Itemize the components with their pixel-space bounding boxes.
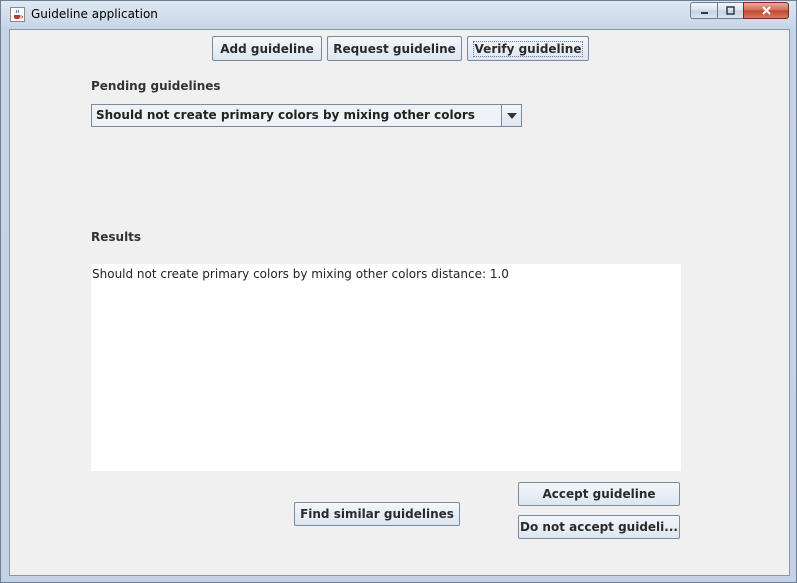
pending-guidelines-dropdown[interactable]: Should not create primary colors by mixi… bbox=[91, 104, 522, 127]
accept-guideline-button[interactable]: Accept guideline bbox=[518, 482, 680, 506]
pending-guidelines-label: Pending guidelines bbox=[91, 79, 221, 93]
pending-guidelines-selected: Should not create primary colors by mixi… bbox=[96, 108, 475, 122]
title-bar[interactable]: Guideline application bbox=[1, 1, 796, 29]
close-icon bbox=[761, 6, 771, 15]
java-cup-icon bbox=[10, 7, 25, 22]
request-guideline-label: Request guideline bbox=[333, 41, 456, 56]
reject-guideline-label: Do not accept guideli... bbox=[520, 520, 678, 534]
accept-guideline-label: Accept guideline bbox=[542, 487, 656, 501]
dropdown-arrow-button[interactable] bbox=[501, 105, 521, 126]
find-similar-guidelines-button[interactable]: Find similar guidelines bbox=[294, 502, 460, 526]
maximize-button[interactable] bbox=[717, 2, 743, 19]
content-panel: Add guideline Request guideline Verify g… bbox=[9, 29, 790, 576]
minimize-button[interactable] bbox=[690, 2, 717, 19]
verify-guideline-button[interactable]: Verify guideline bbox=[467, 36, 589, 61]
minimize-icon bbox=[700, 12, 708, 14]
results-label: Results bbox=[91, 230, 142, 244]
results-text-area[interactable]: Should not create primary colors by mixi… bbox=[91, 264, 681, 471]
window-title: Guideline application bbox=[31, 7, 158, 21]
request-guideline-button[interactable]: Request guideline bbox=[327, 36, 462, 61]
add-guideline-button[interactable]: Add guideline bbox=[212, 36, 322, 61]
verify-guideline-label: Verify guideline bbox=[472, 40, 584, 57]
close-button[interactable] bbox=[743, 2, 789, 19]
app-window: Guideline application Add guideline Requ… bbox=[0, 0, 797, 583]
reject-guideline-button[interactable]: Do not accept guideli... bbox=[518, 515, 680, 539]
find-similar-guidelines-label: Find similar guidelines bbox=[300, 507, 454, 521]
maximize-icon bbox=[726, 6, 735, 15]
add-guideline-label: Add guideline bbox=[220, 41, 314, 56]
results-text: Should not create primary colors by mixi… bbox=[92, 267, 509, 281]
chevron-down-icon bbox=[506, 112, 517, 119]
